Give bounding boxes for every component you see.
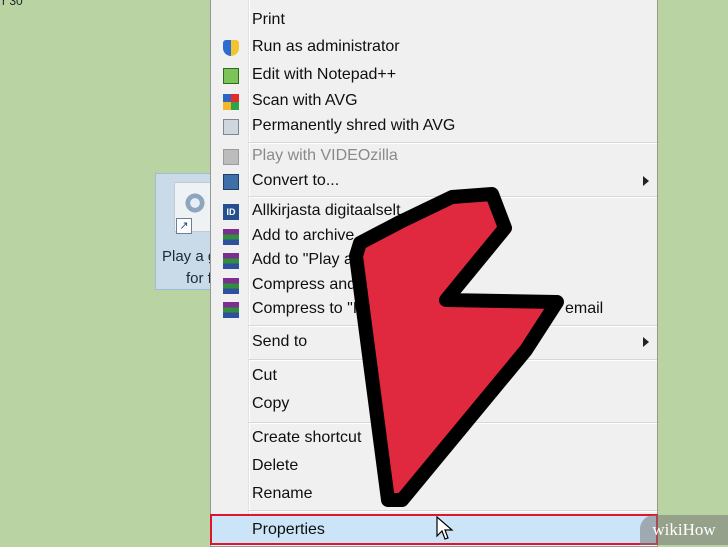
wikihow-watermark: wikiHow [640, 515, 728, 545]
mouse-cursor-icon [436, 516, 454, 540]
red-pointer-arrow-overlay [349, 187, 564, 507]
red-pointer-arrow [349, 187, 564, 507]
